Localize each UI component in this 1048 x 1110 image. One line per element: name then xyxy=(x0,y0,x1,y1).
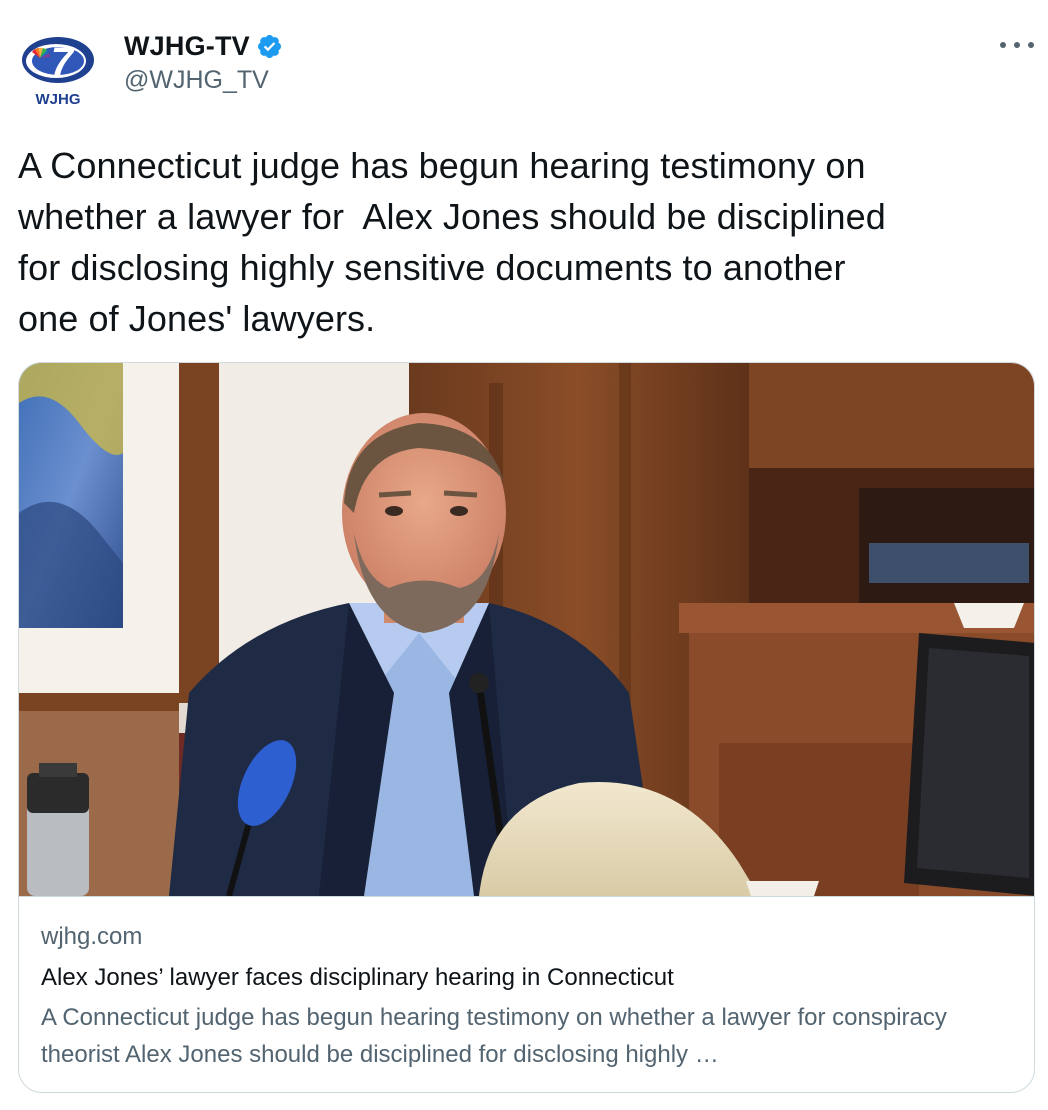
link-card[interactable]: wjhg.com Alex Jones’ lawyer faces discip… xyxy=(18,362,1035,1093)
name-row: WJHG-TV xyxy=(124,30,283,62)
card-description: A Connecticut judge has begun hearing te… xyxy=(41,1004,947,1068)
card-title: Alex Jones’ lawyer faces disciplinary he… xyxy=(41,964,674,991)
display-name[interactable]: WJHG-TV xyxy=(124,31,250,62)
more-horizontal-icon xyxy=(1014,42,1020,48)
tweet-text: A Connecticut judge has begun hearing te… xyxy=(18,145,886,339)
author-block: WJHG-TV @WJHG_TV xyxy=(124,30,283,95)
card-body: wjhg.com Alex Jones’ lawyer faces discip… xyxy=(19,896,1034,1092)
logo-text: WJHG xyxy=(36,91,81,108)
wjhg-logo: 7 WJHG xyxy=(22,37,94,108)
card-domain: wjhg.com xyxy=(41,923,143,950)
verified-badge-icon xyxy=(257,34,281,58)
more-horizontal-icon xyxy=(1028,42,1034,48)
more-horizontal-icon xyxy=(1000,42,1006,48)
tweet: 7 WJHG WJHG-TV @WJHG_TV A Connecticut ju… xyxy=(0,0,1048,1110)
avatar[interactable]: 7 WJHG xyxy=(18,28,102,112)
logo-number: 7 xyxy=(51,40,75,84)
card-image[interactable] xyxy=(19,363,1035,896)
more-menu-button[interactable] xyxy=(1000,38,1034,52)
handle[interactable]: @WJHG_TV xyxy=(124,66,283,95)
